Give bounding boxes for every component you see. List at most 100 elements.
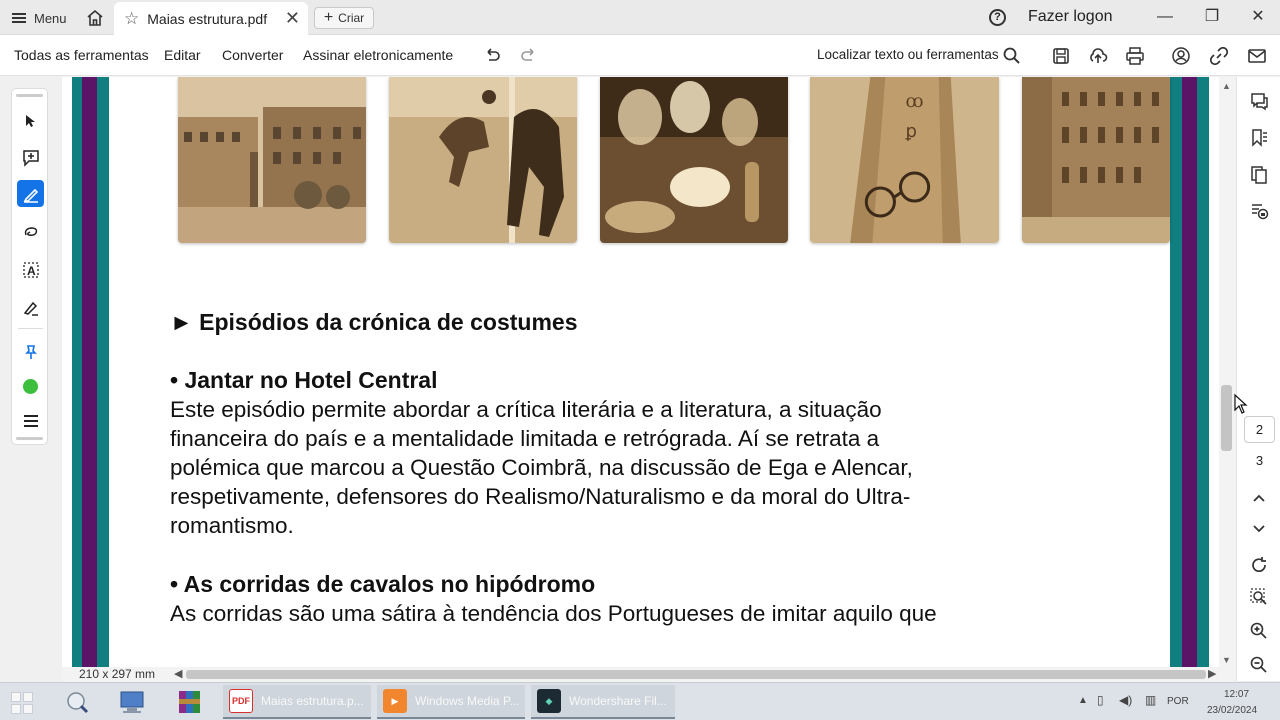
menu-label: Menu (34, 10, 67, 26)
bookmarks-icon[interactable] (1249, 128, 1269, 148)
text-line: As corridas são uma sátira à tendência d… (170, 601, 937, 626)
previous-page-icon[interactable] (1249, 488, 1269, 508)
save-icon[interactable] (1051, 46, 1071, 66)
divider (18, 328, 43, 329)
color-picker-icon[interactable] (17, 373, 44, 400)
signin-button[interactable]: Fazer logon (1028, 8, 1113, 26)
share-user-icon[interactable] (1171, 46, 1191, 66)
volume-icon[interactable]: ◀) (1119, 693, 1132, 707)
page-border-teal (97, 77, 109, 667)
plus-icon: + (323, 9, 334, 26)
taskbar-item-pdf[interactable]: PDF Maias estrutura.p... (223, 685, 371, 719)
restore-icon[interactable]: ❐ (1197, 4, 1227, 30)
scroll-up-icon[interactable]: ▲ (1222, 81, 1231, 91)
document-viewport[interactable]: ꝏ ꝑ ► Episódios da crónica de costumes •… (62, 77, 1219, 667)
language-indicator[interactable]: POR (1167, 696, 1189, 707)
vertical-scrollbar[interactable]: ▲ ▼ (1219, 77, 1236, 667)
close-window-icon[interactable]: ✕ (1243, 4, 1273, 30)
windows-start-icon[interactable] (11, 692, 33, 714)
email-icon[interactable] (1247, 46, 1267, 66)
clock-date[interactable]: 23/02/2024 (1207, 705, 1257, 716)
minimize-icon[interactable]: — (1150, 4, 1180, 30)
star-icon[interactable]: ☆ (124, 9, 139, 29)
horizontal-scrollbar[interactable]: 210 x 297 mm ◀ ▶ (62, 667, 1236, 682)
filmora-icon: ◆ (537, 689, 561, 713)
cloud-upload-icon[interactable] (1088, 46, 1108, 66)
redo-icon[interactable] (519, 46, 539, 66)
zoom-in-icon[interactable] (1249, 621, 1269, 641)
convert-menu[interactable]: Converter (222, 47, 283, 63)
pdf-icon: PDF (229, 689, 253, 713)
fill-sign-icon[interactable] (17, 294, 44, 321)
pages-copy-icon[interactable] (1249, 165, 1269, 185)
close-tab-icon[interactable]: ✕ (285, 8, 300, 29)
tool-rail: A (11, 88, 48, 445)
svg-text:ꝑ: ꝑ (905, 121, 917, 142)
zoom-out-icon[interactable] (1249, 655, 1269, 675)
computer-app-icon[interactable] (113, 685, 151, 719)
page-size-label: 210 x 297 mm (79, 667, 156, 681)
edit-menu[interactable]: Editar (164, 47, 201, 63)
freehand-draw-icon[interactable] (17, 218, 44, 245)
next-page-icon[interactable] (1249, 518, 1269, 538)
current-page-number[interactable]: 2 (1244, 416, 1275, 443)
create-button[interactable]: + Criar (314, 7, 374, 29)
text-line: romantismo. (170, 513, 294, 538)
scroll-left-icon[interactable]: ◀ (174, 667, 182, 680)
select-cursor-icon[interactable] (17, 107, 44, 134)
scroll-right-icon[interactable]: ▶ (1208, 667, 1216, 680)
comments-icon[interactable] (1249, 91, 1269, 111)
highlight-pen-icon[interactable] (17, 180, 44, 207)
scroll-down-icon[interactable]: ▼ (1222, 655, 1231, 665)
pin-icon[interactable] (17, 338, 44, 365)
hamburger-icon (12, 13, 26, 23)
all-tools-menu[interactable]: Todas as ferramentas (14, 47, 149, 63)
text-box-icon[interactable]: A (17, 256, 44, 283)
drag-handle[interactable] (16, 437, 43, 440)
tab-document[interactable]: ☆ Maias estrutura.pdf ✕ (114, 2, 308, 35)
next-page-number[interactable]: 3 (1244, 453, 1275, 468)
text-line: financeira do país e a mentalidade limit… (170, 426, 880, 451)
text-line: polémica que marcou a Questão Coimbrã, n… (170, 455, 913, 480)
episode-paragraph: As corridas são uma sátira à tendência d… (170, 599, 1070, 628)
svg-text:A: A (27, 264, 36, 278)
scroll-thumb[interactable] (186, 670, 1206, 679)
add-comment-icon[interactable] (17, 144, 44, 171)
taskbar-item-media-player[interactable]: ▶ Windows Media P... (377, 685, 525, 719)
refresh-icon[interactable] (1249, 555, 1269, 575)
search-app-icon[interactable] (58, 685, 96, 719)
attachments-lock-icon[interactable] (1249, 201, 1269, 221)
search-icon[interactable] (1002, 46, 1022, 66)
episode-title: • Jantar no Hotel Central (170, 367, 438, 393)
lisbon-square-photo (178, 77, 366, 243)
text-line: Este episódio permite abordar a crítica … (170, 397, 882, 422)
menu-button[interactable]: Menu (12, 8, 67, 28)
episode-paragraph: Este episódio permite abordar a crítica … (170, 395, 1020, 540)
search-tools-label[interactable]: Localizar texto ou ferramentas (817, 47, 999, 62)
title-bar: Menu ☆ Maias estrutura.pdf ✕ + Criar ? F… (0, 0, 1280, 35)
text-line: respetivamente, defensores do Realismo/N… (170, 484, 911, 509)
right-panel-rail: 2 3 (1234, 77, 1280, 681)
task-label: Maias estrutura.p... (261, 694, 364, 708)
help-icon[interactable]: ? (989, 9, 1006, 26)
battery-icon[interactable]: ▯ (1097, 693, 1104, 707)
main-toolbar: Todas as ferramentas Editar Converter As… (0, 35, 1280, 76)
winrar-app-icon[interactable] (171, 685, 209, 719)
more-tools-icon[interactable] (17, 407, 44, 434)
drag-handle[interactable] (16, 94, 43, 97)
print-icon[interactable] (1125, 46, 1145, 66)
horse-race-photo (389, 77, 577, 243)
scroll-thumb[interactable] (1221, 385, 1232, 451)
undo-icon[interactable] (482, 46, 502, 66)
zoom-page-icon[interactable] (1249, 587, 1269, 607)
svg-text:ꝏ: ꝏ (906, 91, 924, 112)
tray-chevron-icon[interactable]: ▲ (1078, 695, 1088, 706)
link-icon[interactable] (1209, 46, 1229, 66)
taskbar-item-filmora[interactable]: ◆ Wondershare Fil... (531, 685, 675, 719)
mouse-pointer-icon (1234, 393, 1248, 414)
network-icon[interactable]: ▥ (1145, 693, 1156, 707)
windows-taskbar: PDF Maias estrutura.p... ▶ Windows Media… (0, 682, 1280, 720)
sign-menu[interactable]: Assinar eletronicamente (303, 47, 453, 63)
clock-time[interactable]: 12:07 (1224, 689, 1249, 700)
home-icon[interactable] (86, 9, 104, 27)
